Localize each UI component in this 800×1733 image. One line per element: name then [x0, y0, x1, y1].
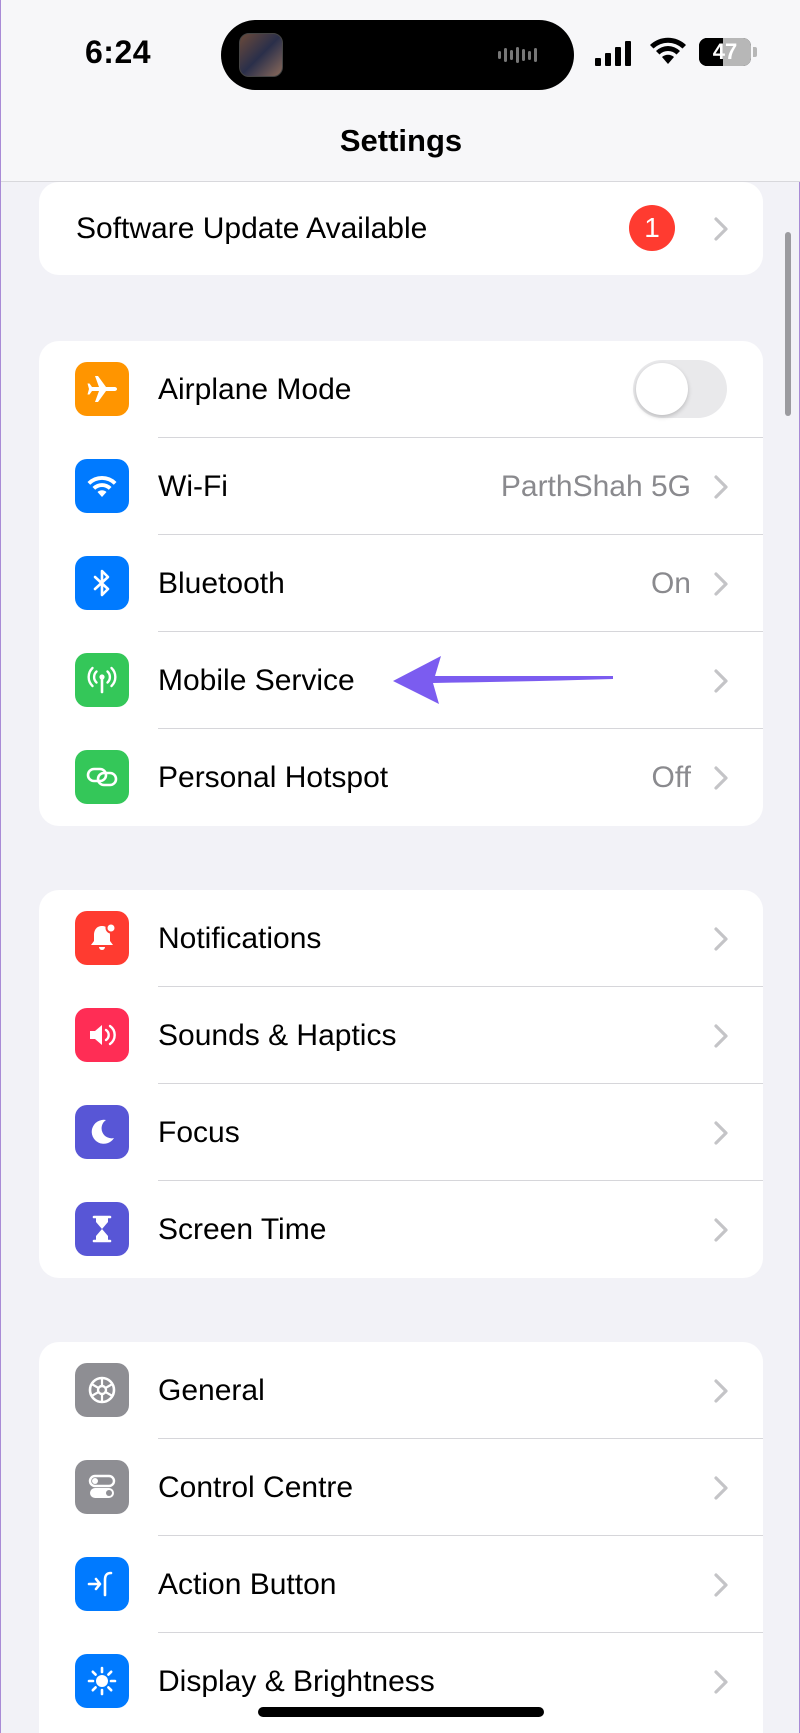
- sounds-haptics-label: Sounds & Haptics: [158, 1019, 397, 1052]
- chevron-right-icon: [714, 1573, 728, 1597]
- antenna-icon: [75, 653, 129, 707]
- chevron-right-icon: [714, 1670, 728, 1694]
- notifications-label: Notifications: [158, 922, 322, 955]
- speaker-icon: [75, 1008, 129, 1062]
- chevron-right-icon: [714, 766, 728, 790]
- airplane-mode-row: Airplane Mode: [39, 341, 763, 438]
- software-update-row[interactable]: Software Update Available 1: [39, 182, 763, 275]
- now-playing-artwork: [239, 33, 283, 77]
- battery-icon: 47: [699, 38, 751, 66]
- chevron-right-icon: [714, 475, 728, 499]
- wifi-status-icon: [650, 37, 686, 64]
- wifi-label: Wi-Fi: [158, 470, 228, 503]
- status-time: 6:24: [85, 34, 152, 70]
- general-label: General: [158, 1374, 265, 1407]
- audio-waveform-icon: [498, 46, 538, 64]
- screen-time-row[interactable]: Screen Time: [39, 1181, 763, 1278]
- annotation-arrow: [393, 656, 613, 704]
- moon-icon: [75, 1105, 129, 1159]
- home-indicator[interactable]: [258, 1707, 544, 1717]
- chevron-right-icon: [714, 669, 728, 693]
- gear-icon: [75, 1363, 129, 1417]
- sun-icon: [75, 1654, 129, 1708]
- battery-level: 47: [712, 39, 738, 64]
- sounds-haptics-row[interactable]: Sounds & Haptics: [39, 987, 763, 1084]
- chevron-right-icon: [714, 572, 728, 596]
- bluetooth-label: Bluetooth: [158, 567, 285, 600]
- general-row[interactable]: General: [39, 1342, 763, 1439]
- system-group: General Control Centre Action Button Dis…: [39, 1342, 763, 1733]
- wifi-row[interactable]: Wi-Fi ParthShah 5G: [39, 438, 763, 535]
- wifi-icon: [75, 459, 129, 513]
- notifications-row[interactable]: Notifications: [39, 890, 763, 987]
- action-button-icon: [75, 1557, 129, 1611]
- hourglass-icon: [75, 1202, 129, 1256]
- airplane-icon: [75, 362, 129, 416]
- chevron-right-icon: [714, 1024, 728, 1048]
- action-button-row[interactable]: Action Button: [39, 1536, 763, 1633]
- chevron-right-icon: [714, 927, 728, 951]
- airplane-mode-label: Airplane Mode: [158, 373, 352, 406]
- personal-hotspot-label: Personal Hotspot: [158, 761, 389, 794]
- control-centre-label: Control Centre: [158, 1471, 354, 1504]
- focus-label: Focus: [158, 1116, 240, 1149]
- personal-hotspot-row[interactable]: Personal Hotspot Off: [39, 729, 763, 826]
- control-centre-row[interactable]: Control Centre: [39, 1439, 763, 1536]
- cellular-signal-icon: [595, 40, 631, 66]
- mobile-service-label: Mobile Service: [158, 664, 355, 697]
- chevron-right-icon: [714, 1121, 728, 1145]
- notifications-group: Notifications Sounds & Haptics Focus Scr…: [39, 890, 763, 1278]
- software-update-group: Software Update Available 1: [39, 182, 763, 275]
- toggles-icon: [75, 1460, 129, 1514]
- update-badge: 1: [629, 205, 675, 251]
- focus-row[interactable]: Focus: [39, 1084, 763, 1181]
- wifi-network-value: ParthShah 5G: [500, 470, 691, 503]
- bluetooth-icon: [75, 556, 129, 610]
- airplane-mode-toggle[interactable]: [633, 360, 727, 418]
- toggle-knob: [636, 363, 688, 415]
- dynamic-island[interactable]: [221, 20, 574, 90]
- bluetooth-status-value: On: [650, 567, 691, 600]
- chevron-right-icon: [714, 217, 728, 241]
- bluetooth-row[interactable]: Bluetooth On: [39, 535, 763, 632]
- battery-cap: [753, 47, 757, 57]
- bell-icon: [75, 911, 129, 965]
- software-update-label: Software Update Available: [76, 212, 428, 245]
- connectivity-group: Airplane Mode Wi-Fi ParthShah 5G Bluetoo…: [39, 341, 763, 826]
- chevron-right-icon: [714, 1218, 728, 1242]
- hotspot-status-value: Off: [651, 761, 691, 794]
- action-button-label: Action Button: [158, 1568, 337, 1601]
- scrollbar[interactable]: [785, 232, 791, 416]
- status-bar: 6:24 47: [1, 0, 800, 110]
- hotspot-link-icon: [75, 750, 129, 804]
- screen-time-label: Screen Time: [158, 1213, 327, 1246]
- page-title: Settings: [1, 110, 800, 182]
- chevron-right-icon: [714, 1476, 728, 1500]
- chevron-right-icon: [714, 1379, 728, 1403]
